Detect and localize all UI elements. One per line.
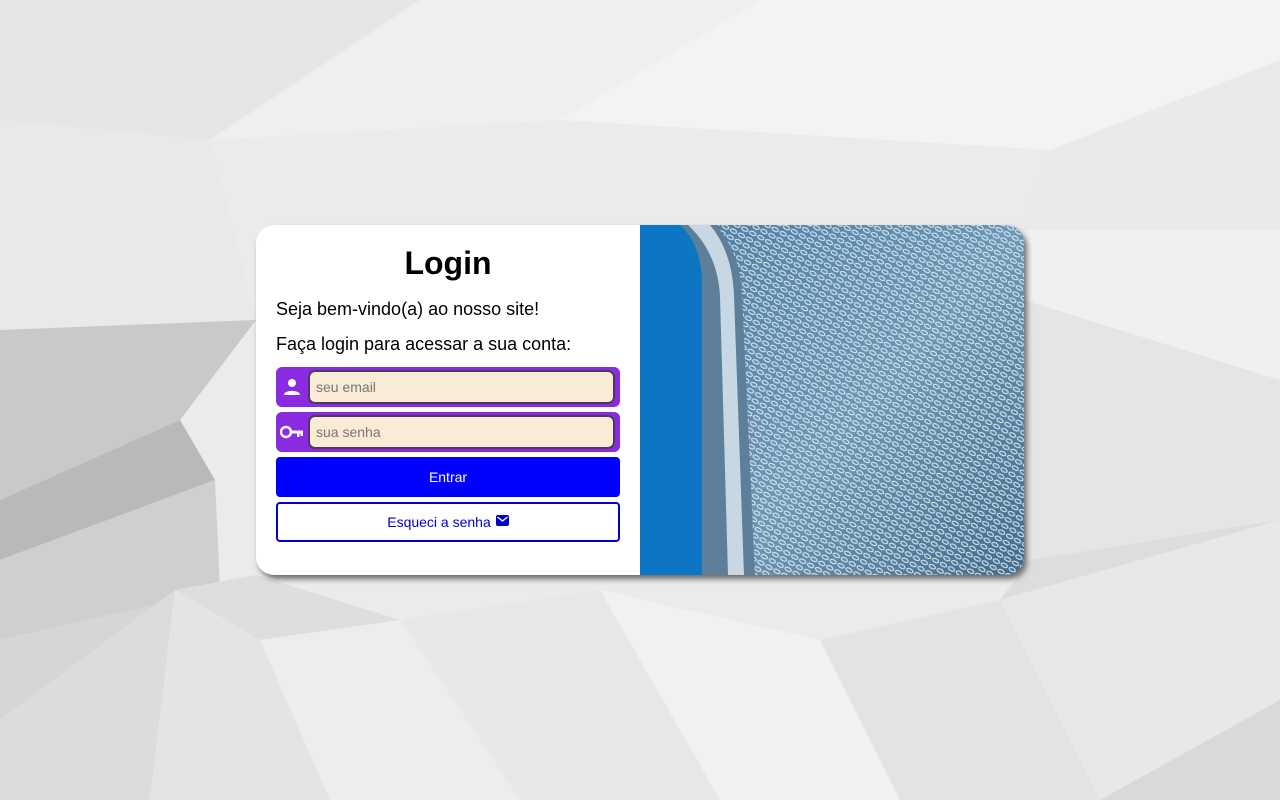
key-icon (276, 412, 308, 452)
login-card: Login Seja bem-vindo(a) ao nosso site! F… (256, 225, 1024, 575)
forgot-password-label: Esqueci a senha (387, 514, 491, 530)
envelope-icon (495, 514, 509, 526)
welcome-text: Seja bem-vindo(a) ao nosso site! (276, 299, 540, 319)
page-title: Login (404, 245, 492, 281)
login-form: Login Seja bem-vindo(a) ao nosso site! F… (256, 225, 640, 575)
instruction-text: Faça login para acessar a sua conta: (276, 334, 572, 354)
user-icon (276, 367, 308, 407)
forgot-password-button[interactable]: Esqueci a senha (276, 502, 620, 542)
email-field-group (276, 367, 620, 407)
email-input[interactable] (308, 370, 615, 404)
password-input[interactable] (308, 415, 615, 449)
password-field-group (276, 412, 620, 452)
building-image (640, 225, 1024, 575)
submit-button[interactable]: Entrar (276, 457, 620, 497)
